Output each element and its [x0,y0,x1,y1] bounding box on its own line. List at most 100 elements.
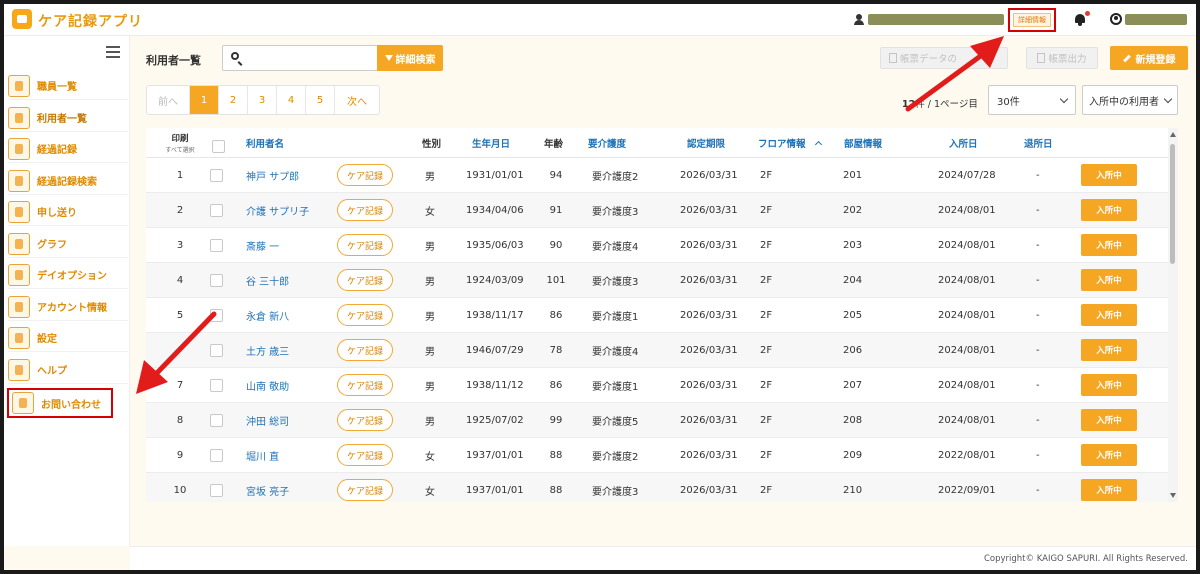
resident-filter-value: 入所中の利用者 [1089,96,1159,108]
discharge-date-cell: - [1036,170,1040,181]
sidebar-item-staff-list[interactable]: 職員一覧 [8,72,128,100]
status-badge[interactable]: 入所中 [1081,374,1137,396]
user-name-link[interactable]: 山南 敬助 [246,368,289,403]
scroll-down-icon[interactable] [1170,493,1176,498]
row-print-checkbox[interactable] [210,169,223,182]
header-care-level[interactable]: 要介護度 [588,128,626,158]
status-badge[interactable]: 入所中 [1081,339,1137,361]
room-cell: 209 [843,450,863,461]
table-scrollbar[interactable] [1168,128,1178,502]
row-print-checkbox[interactable] [210,309,223,322]
user-name-link[interactable]: 永倉 新八 [246,298,289,333]
row-number: 5 [176,310,184,321]
form-data-button[interactable]: 帳票データの [880,47,1008,69]
birth-date-cell: 1925/07/02 [466,415,524,426]
detail-info-label: 詳細情報 [1013,13,1051,27]
per-page-select[interactable]: 30件 [988,85,1076,115]
menu-toggle-icon[interactable] [106,46,120,58]
care-record-button[interactable]: ケア記録 [337,444,393,466]
user-name-link[interactable]: 谷 三十郎 [246,263,289,298]
care-record-button[interactable]: ケア記録 [337,199,393,221]
user-name-link[interactable]: 斎藤 一 [246,228,279,263]
sidebar-item-progress-record[interactable]: 経過記録 [8,135,128,163]
graph-icon [8,232,30,255]
user-name-link[interactable]: 土方 歳三 [246,333,289,368]
row-print-checkbox[interactable] [210,414,223,427]
row-print-checkbox[interactable] [210,274,223,287]
page-5-button[interactable]: 5 [306,86,335,114]
status-badge[interactable]: 入所中 [1081,164,1137,186]
user-name-link[interactable]: 神戸 サプ郎 [246,158,299,193]
care-record-button[interactable]: ケア記録 [337,409,393,431]
status-badge[interactable]: 入所中 [1081,479,1137,501]
detail-info-button[interactable]: 詳細情報 [1008,8,1056,32]
filter-icon [384,55,393,61]
sidebar-item-day-option[interactable]: デイオプション [8,261,128,289]
row-print-checkbox[interactable] [210,379,223,392]
row-print-checkbox[interactable] [210,484,223,497]
scroll-thumb[interactable] [1170,144,1175,264]
sidebar-item-settings[interactable]: 設定 [8,324,128,352]
prev-page-button[interactable]: 前へ [147,86,190,114]
header-birth-date[interactable]: 生年月日 [472,128,510,158]
discharge-date-cell: - [1036,240,1040,251]
form-output-label: 帳票出力 [1048,54,1087,65]
row-print-checkbox[interactable] [210,239,223,252]
sidebar-item-help[interactable]: ヘルプ [8,356,128,384]
redacted-account-name[interactable] [1125,14,1187,25]
care-record-button[interactable]: ケア記録 [337,234,393,256]
sidebar-item-handover[interactable]: 申し送り [8,198,128,226]
admission-date-cell: 2024/08/01 [938,415,996,426]
user-name-link[interactable]: 宮坂 亮子 [246,473,289,502]
row-number: 9 [176,450,184,461]
user-name-link[interactable]: 介護 サプリ子 [246,193,309,228]
account-icon[interactable] [1110,13,1122,25]
header-admission-date[interactable]: 入所日 [949,128,978,158]
care-record-button[interactable]: ケア記録 [337,164,393,186]
sidebar-item-graph[interactable]: グラフ [8,230,128,258]
status-badge[interactable]: 入所中 [1081,269,1137,291]
app-logo-icon [12,9,32,29]
birth-date-cell: 1934/04/06 [466,205,524,216]
page-4-button[interactable]: 4 [277,86,306,114]
status-badge[interactable]: 入所中 [1081,304,1137,326]
sidebar-item-user-list[interactable]: 利用者一覧 [8,104,128,132]
new-registration-button[interactable]: 新規登録 [1110,46,1188,70]
select-all-checkbox[interactable] [212,140,225,153]
search-icon [231,52,239,60]
care-record-button[interactable]: ケア記録 [337,479,393,501]
next-page-button[interactable]: 次へ [335,86,379,114]
header-floor[interactable]: フロア情報 [758,128,822,158]
print-column-header: 印刷 すべて選択 [162,134,198,156]
user-name-link[interactable]: 沖田 総司 [246,403,289,438]
header-discharge-date[interactable]: 退所日 [1024,128,1053,158]
status-badge[interactable]: 入所中 [1081,444,1137,466]
row-print-checkbox[interactable] [210,204,223,217]
resident-filter-select[interactable]: 入所中の利用者 [1082,85,1178,115]
sidebar-item-progress-search[interactable]: 経過記録検索 [8,167,128,195]
user-name-link[interactable]: 堀川 直 [246,438,279,473]
page-2-button[interactable]: 2 [219,86,248,114]
page-3-button[interactable]: 3 [248,86,277,114]
select-all-label[interactable]: すべて選択 [162,145,198,156]
search-input[interactable] [247,49,373,67]
care-record-button[interactable]: ケア記録 [337,269,393,291]
row-print-checkbox[interactable] [210,449,223,462]
detail-search-button[interactable]: 詳細検索 [377,45,443,71]
sidebar-item-account-info[interactable]: アカウント情報 [8,293,128,321]
form-output-button[interactable]: 帳票出力 [1026,47,1098,69]
care-record-button[interactable]: ケア記録 [337,304,393,326]
scroll-up-icon[interactable] [1170,132,1176,137]
status-badge[interactable]: 入所中 [1081,199,1137,221]
sidebar-item-contact[interactable]: お問い合わせ [7,388,113,418]
care-record-button[interactable]: ケア記録 [337,374,393,396]
header-room[interactable]: 部屋情報 [844,128,882,158]
header-user-name[interactable]: 利用者名 [246,128,284,158]
page-1-button[interactable]: 1 [190,86,219,114]
header-cert-period[interactable]: 認定期限 [687,128,725,158]
status-badge[interactable]: 入所中 [1081,409,1137,431]
status-badge[interactable]: 入所中 [1081,234,1137,256]
row-print-checkbox[interactable] [210,344,223,357]
care-record-button[interactable]: ケア記録 [337,339,393,361]
search-box[interactable] [222,45,378,71]
